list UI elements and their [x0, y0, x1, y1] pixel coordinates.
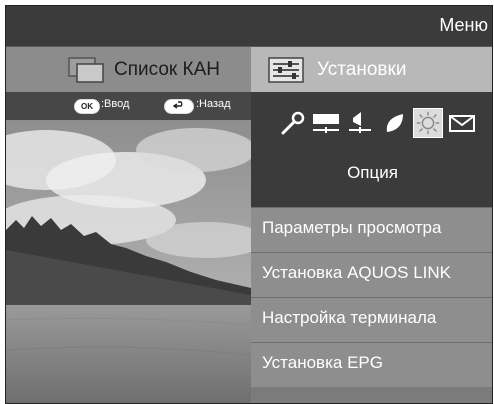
- menu-top-bar: Меню: [6, 6, 492, 47]
- menu-item-aquos-link[interactable]: Установка AQUOS LINK: [251, 252, 492, 297]
- ok-hint-label: :Ввод: [101, 98, 130, 110]
- back-hint-label: :Назад: [196, 98, 231, 110]
- option-sun-icon[interactable]: [413, 108, 443, 138]
- menu-item-viewing-settings[interactable]: Параметры просмотра: [251, 207, 492, 252]
- picture-icon[interactable]: [311, 108, 341, 138]
- tv-menu-frame: Меню Список КАН Установки OK :Ввод :Наза…: [5, 5, 493, 404]
- tab-settings-label: Установки: [317, 59, 407, 80]
- settings-sliders-icon: [268, 57, 304, 83]
- return-arrow-icon: [164, 99, 194, 114]
- category-icon-row: [251, 92, 492, 157]
- menu-item-label: Установка AQUOS LINK: [262, 263, 451, 282]
- menu-item-label: Параметры просмотра: [262, 218, 442, 237]
- ok-key-icon: OK: [74, 99, 100, 114]
- tv-preview-picture: [6, 120, 251, 403]
- wrench-icon[interactable]: [277, 108, 307, 138]
- audio-icon[interactable]: [345, 108, 375, 138]
- menu-item-label: Установка EPG: [262, 353, 383, 372]
- mail-icon[interactable]: [447, 108, 477, 138]
- tab-channel-list-label: Список КАН: [114, 59, 220, 80]
- eco-leaf-icon[interactable]: [379, 108, 409, 138]
- key-hints-bar: OK :Ввод :Назад: [6, 92, 251, 120]
- settings-panel: Опция Параметры просмотра Установка AQUO…: [251, 92, 492, 403]
- tab-settings[interactable]: Установки: [251, 47, 492, 92]
- channel-list-icon: [68, 57, 104, 83]
- menu-item-terminal-setup[interactable]: Настройка терминала: [251, 297, 492, 342]
- menu-title: Меню: [439, 15, 488, 35]
- tab-channel-list[interactable]: Список КАН: [6, 47, 251, 92]
- selected-category-label: Опция: [251, 157, 492, 207]
- menu-item-label: Настройка терминала: [262, 308, 437, 327]
- menu-item-epg-setup[interactable]: Установка EPG: [251, 342, 492, 387]
